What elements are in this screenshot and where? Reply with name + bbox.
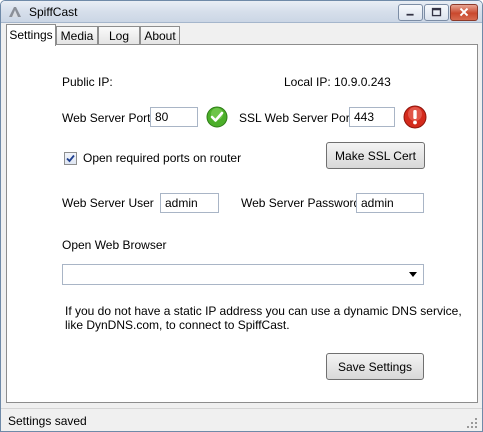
chevron-down-icon <box>409 272 417 277</box>
status-text: Settings saved <box>8 414 87 428</box>
open-ports-checkbox[interactable] <box>64 152 77 165</box>
dns-note-line2: like DynDNS.com, to connect to SpiffCast… <box>65 318 290 332</box>
ssl-port-label: SSL Web Server Port <box>239 111 354 125</box>
close-button[interactable] <box>450 4 478 21</box>
spiffcast-window: SpiffCast Settings Media Log About Publi… <box>0 0 483 432</box>
open-web-browser-label: Open Web Browser <box>62 238 167 252</box>
resize-grip-icon[interactable] <box>466 417 478 429</box>
minimize-icon <box>406 13 414 16</box>
checkmark-icon <box>66 154 75 163</box>
web-server-user-label: Web Server User <box>62 196 154 210</box>
red-exclamation-icon <box>403 105 427 129</box>
local-ip-label: Local IP: 10.9.0.243 <box>284 75 391 89</box>
green-check-icon <box>206 106 228 128</box>
tab-media[interactable]: Media <box>56 26 98 45</box>
minimize-button[interactable] <box>398 4 423 21</box>
maximize-icon <box>431 7 442 17</box>
settings-panel: Public IP: Local IP: 10.9.0.243 Web Serv… <box>6 44 478 403</box>
make-ssl-cert-button[interactable]: Make SSL Cert <box>326 142 425 169</box>
dns-note-line1: If you do not have a static IP address y… <box>65 304 462 318</box>
open-ports-label: Open required ports on router <box>83 151 242 165</box>
app-icon <box>9 7 21 17</box>
tab-settings[interactable]: Settings <box>6 24 56 46</box>
window-title: SpiffCast <box>29 5 78 19</box>
save-settings-button[interactable]: Save Settings <box>326 353 424 380</box>
maximize-button[interactable] <box>424 4 449 21</box>
web-server-port-input[interactable] <box>150 107 198 127</box>
web-server-port-label: Web Server Port <box>62 111 151 125</box>
public-ip-label: Public IP: <box>62 75 113 89</box>
web-server-password-input[interactable] <box>356 193 424 213</box>
tab-log[interactable]: Log <box>98 26 140 45</box>
tab-about[interactable]: About <box>140 26 180 45</box>
status-bar: Settings saved <box>1 408 482 431</box>
close-icon <box>459 7 469 17</box>
web-browser-select[interactable] <box>62 264 424 285</box>
web-server-password-label: Web Server Password <box>241 196 361 210</box>
ssl-port-input[interactable] <box>349 107 395 127</box>
web-server-user-input[interactable] <box>160 193 219 213</box>
title-bar[interactable]: SpiffCast <box>1 1 482 23</box>
